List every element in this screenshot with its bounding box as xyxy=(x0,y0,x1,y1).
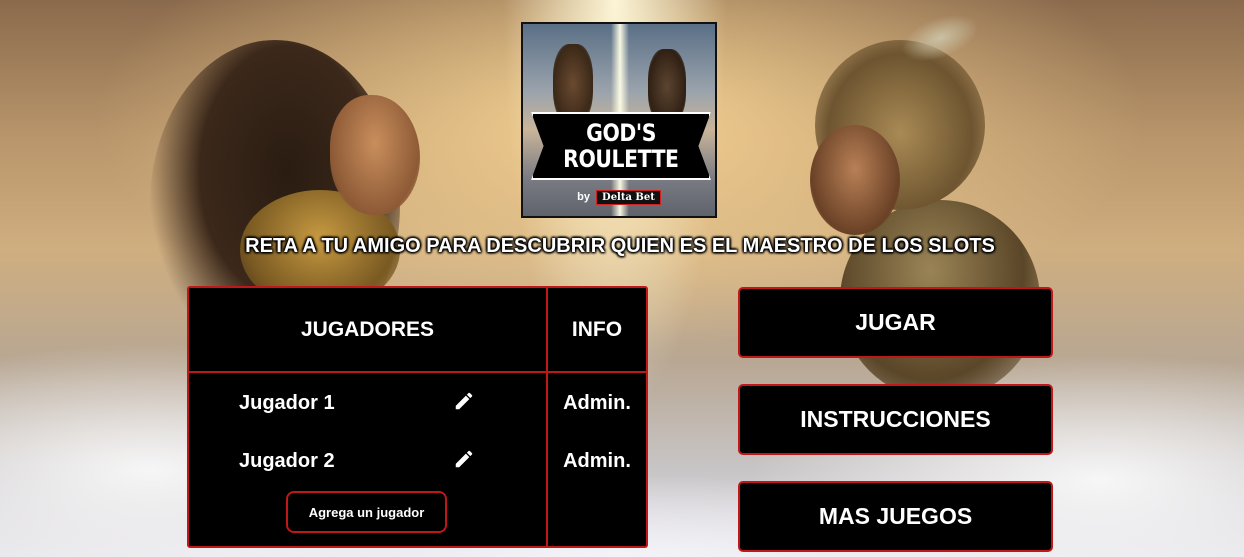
logo-title-line1: GOD'S xyxy=(586,119,656,147)
player-name: Jugador 2 xyxy=(239,450,335,472)
play-button[interactable]: JUGAR xyxy=(738,287,1053,358)
logo-byline: by Delta Bet xyxy=(523,190,715,205)
players-header: JUGADORES xyxy=(300,317,435,341)
more-games-button[interactable]: MAS JUEGOS xyxy=(738,481,1053,552)
pencil-icon[interactable] xyxy=(453,448,475,470)
players-table: JUGADORES INFO Jugador 1 Admin. Jugador … xyxy=(187,286,648,548)
pencil-icon[interactable] xyxy=(453,390,475,412)
right-god-face xyxy=(810,125,900,235)
info-header: INFO xyxy=(571,317,623,341)
instructions-button[interactable]: INSTRUCCIONES xyxy=(738,384,1053,455)
header-divider xyxy=(189,371,646,373)
game-logo: GOD'S ROULETTE by Delta Bet xyxy=(521,22,717,218)
logo-title-line2: ROULETTE xyxy=(563,145,679,173)
player-role: Admin. xyxy=(563,450,631,472)
brand-badge: Delta Bet xyxy=(596,190,661,205)
player-role: Admin. xyxy=(563,392,631,414)
tagline: RETA A TU AMIGO PARA DESCUBRIR QUIEN ES … xyxy=(245,235,995,257)
player-name: Jugador 1 xyxy=(239,392,335,414)
logo-banner: GOD'S ROULETTE xyxy=(531,112,711,180)
left-god-face xyxy=(330,95,420,215)
add-player-button[interactable]: Agrega un jugador xyxy=(286,491,447,533)
logo-by: by xyxy=(577,191,590,203)
